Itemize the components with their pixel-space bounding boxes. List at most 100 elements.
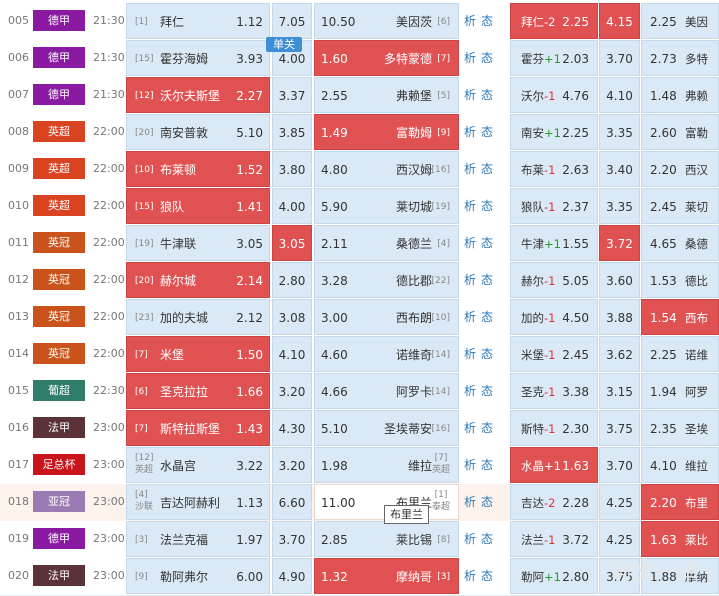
handicap-draw-button[interactable]: 3.35 xyxy=(599,188,640,224)
league-badge[interactable]: 葡超 xyxy=(33,380,85,401)
home-win-odds-button[interactable]: [19] 牛津联 3.05 xyxy=(126,225,270,261)
draw-odds-button[interactable]: 3.85 xyxy=(272,114,312,150)
match-row[interactable]: 015 葡超 22:30 [6] 圣克拉拉 1.66 3.20 4.66 阿罗卡… xyxy=(0,373,719,411)
handicap-home-button[interactable]: 狼队-1 2.37 xyxy=(510,188,598,224)
match-row[interactable]: 014 英冠 22:00 [7] 米堡 1.50 4.10 4.60 诺维奇 [… xyxy=(0,336,719,374)
draw-odds-button[interactable]: 3.05 xyxy=(272,225,312,261)
handicap-away-button[interactable]: 4.65 桑德 xyxy=(641,225,719,261)
analysis-link[interactable]: 析 xyxy=(464,225,476,261)
away-win-odds-button[interactable]: 5.10 圣埃蒂安 [16] xyxy=(314,410,459,446)
league-badge[interactable]: 英冠 xyxy=(33,343,85,364)
analysis-link[interactable]: 析 xyxy=(464,3,476,39)
home-win-odds-button[interactable]: [20] 赫尔城 2.14 xyxy=(126,262,270,298)
handicap-home-button[interactable]: 勒阿+1 2.80 xyxy=(510,558,598,594)
status-link[interactable]: 态 xyxy=(481,151,493,187)
home-win-odds-button[interactable]: [23] 加的夫城 2.12 xyxy=(126,299,270,335)
draw-odds-button[interactable]: 3.70 xyxy=(272,521,312,557)
draw-odds-button[interactable]: 4.30 xyxy=(272,410,312,446)
handicap-home-button[interactable]: 斯特-1 2.30 xyxy=(510,410,598,446)
draw-odds-button[interactable]: 3.20 xyxy=(272,373,312,409)
analysis-link[interactable]: 析 xyxy=(464,447,476,483)
status-link[interactable]: 态 xyxy=(481,262,493,298)
league-badge[interactable]: 德甲 xyxy=(33,47,85,68)
handicap-away-button[interactable]: 1.63 莱比 xyxy=(641,521,719,557)
draw-odds-button[interactable]: 2.80 xyxy=(272,262,312,298)
away-win-odds-button[interactable]: 1.98 维拉 [7] 英超 xyxy=(314,447,459,483)
league-badge[interactable]: 德甲 xyxy=(33,10,85,31)
handicap-draw-button[interactable]: 4.10 xyxy=(599,77,640,113)
handicap-away-button[interactable]: 2.25 诺维 xyxy=(641,336,719,372)
match-row[interactable]: 008 英超 22:00 [20] 南安普敦 5.10 3.85 1.49 富勒… xyxy=(0,114,719,152)
handicap-home-button[interactable]: 拜仁-2 2.25 xyxy=(510,3,598,39)
home-win-odds-button[interactable]: [3] 法兰克福 1.97 xyxy=(126,521,270,557)
match-row[interactable]: 005 德甲 21:30 [1] 拜仁 1.12 7.05 10.50 美因茨 … xyxy=(0,3,719,41)
status-link[interactable]: 态 xyxy=(481,225,493,261)
handicap-draw-button[interactable]: 3.75 xyxy=(599,410,640,446)
league-badge[interactable]: 英超 xyxy=(33,121,85,142)
draw-odds-button[interactable]: 7.05 xyxy=(272,3,312,39)
league-badge[interactable]: 英冠 xyxy=(33,269,85,290)
handicap-draw-button[interactable]: 3.15 xyxy=(599,373,640,409)
handicap-away-button[interactable]: 1.94 阿罗 xyxy=(641,373,719,409)
draw-odds-button[interactable]: 4.10 xyxy=(272,336,312,372)
league-badge[interactable]: 法甲 xyxy=(33,417,85,438)
analysis-link[interactable]: 析 xyxy=(464,114,476,150)
handicap-home-button[interactable]: 牛津+1 1.55 xyxy=(510,225,598,261)
handicap-draw-button[interactable]: 3.60 xyxy=(599,262,640,298)
status-link[interactable]: 态 xyxy=(481,114,493,150)
match-row[interactable]: 011 英冠 22:00 [19] 牛津联 3.05 3.05 2.11 桑德兰… xyxy=(0,225,719,263)
home-win-odds-button[interactable]: [1] 拜仁 1.12 xyxy=(126,3,270,39)
away-win-odds-button[interactable]: 10.50 美因茨 [6] xyxy=(314,3,459,39)
league-badge[interactable]: 英超 xyxy=(33,195,85,216)
away-win-odds-button[interactable]: 1.32 摩纳哥 [3] xyxy=(314,558,459,594)
handicap-draw-button[interactable]: 3.70 xyxy=(599,40,640,76)
handicap-away-button[interactable]: 2.25 美因 xyxy=(641,3,719,39)
league-badge[interactable]: 英超 xyxy=(33,158,85,179)
handicap-away-button[interactable]: 1.48 弗赖 xyxy=(641,77,719,113)
analysis-link[interactable]: 析 xyxy=(464,521,476,557)
away-win-odds-button[interactable]: 2.55 弗赖堡 [5] xyxy=(314,77,459,113)
home-win-odds-button[interactable]: [7] 米堡 1.50 xyxy=(126,336,270,372)
handicap-home-button[interactable]: 加的-1 4.50 xyxy=(510,299,598,335)
analysis-link[interactable]: 析 xyxy=(464,299,476,335)
draw-odds-button[interactable]: 3.08 xyxy=(272,299,312,335)
away-win-odds-button[interactable]: 4.60 诺维奇 [14] xyxy=(314,336,459,372)
league-badge[interactable]: 英冠 xyxy=(33,232,85,253)
away-win-odds-button[interactable]: 1.60 多特蒙德 [7] xyxy=(314,40,459,76)
match-row[interactable]: 013 英冠 22:00 [23] 加的夫城 2.12 3.08 3.00 西布… xyxy=(0,299,719,337)
status-link[interactable]: 态 xyxy=(481,373,493,409)
league-badge[interactable]: 亚冠 xyxy=(33,491,85,512)
league-badge[interactable]: 德甲 xyxy=(33,528,85,549)
away-win-odds-button[interactable]: 3.00 西布朗 [10] xyxy=(314,299,459,335)
home-win-odds-button[interactable]: [12] 英超 水晶宫 3.22 xyxy=(126,447,270,483)
match-row[interactable]: 012 英冠 22:00 [20] 赫尔城 2.14 2.80 3.28 德比郡… xyxy=(0,262,719,300)
handicap-draw-button[interactable]: 3.35 xyxy=(599,114,640,150)
handicap-draw-button[interactable]: 4.15 xyxy=(599,3,640,39)
league-badge[interactable]: 德甲 xyxy=(33,84,85,105)
handicap-away-button[interactable]: 1.54 西布 xyxy=(641,299,719,335)
league-badge[interactable]: 足总杯 xyxy=(33,454,85,475)
analysis-link[interactable]: 析 xyxy=(464,373,476,409)
analysis-link[interactable]: 析 xyxy=(464,77,476,113)
home-win-odds-button[interactable]: [12] 沃尔夫斯堡 2.27 xyxy=(126,77,270,113)
status-link[interactable]: 态 xyxy=(481,188,493,224)
home-win-odds-button[interactable]: [9] 勒阿弗尔 6.00 xyxy=(126,558,270,594)
match-row[interactable]: 016 法甲 23:00 [7] 斯特拉斯堡 1.43 4.30 5.10 圣埃… xyxy=(0,410,719,448)
home-win-odds-button[interactable]: [15] 狼队 1.41 xyxy=(126,188,270,224)
home-win-odds-button[interactable]: [20] 南安普敦 5.10 xyxy=(126,114,270,150)
away-win-odds-button[interactable]: 1.49 富勒姆 [9] xyxy=(314,114,459,150)
handicap-draw-button[interactable]: 4.25 xyxy=(599,521,640,557)
analysis-link[interactable]: 析 xyxy=(464,558,476,594)
handicap-home-button[interactable]: 米堡-1 2.45 xyxy=(510,336,598,372)
draw-odds-button[interactable]: 3.20 xyxy=(272,447,312,483)
away-win-odds-button[interactable]: 3.28 德比郡 [22] xyxy=(314,262,459,298)
handicap-draw-button[interactable]: 3.70 xyxy=(599,447,640,483)
home-win-odds-button[interactable]: [6] 圣克拉拉 1.66 xyxy=(126,373,270,409)
status-link[interactable]: 态 xyxy=(481,40,493,76)
home-win-odds-button[interactable]: [4] 沙联 吉达阿赫利 1.13 xyxy=(126,484,270,520)
home-win-odds-button[interactable]: [10] 布莱顿 1.52 xyxy=(126,151,270,187)
match-row[interactable]: 019 德甲 23:00 [3] 法兰克福 1.97 3.70 2.85 莱比锡… xyxy=(0,521,719,559)
handicap-home-button[interactable]: 霍芬+1 2.03 xyxy=(510,40,598,76)
handicap-draw-button[interactable]: 3.72 xyxy=(599,225,640,261)
away-win-odds-button[interactable]: 5.90 莱切城 [19] xyxy=(314,188,459,224)
